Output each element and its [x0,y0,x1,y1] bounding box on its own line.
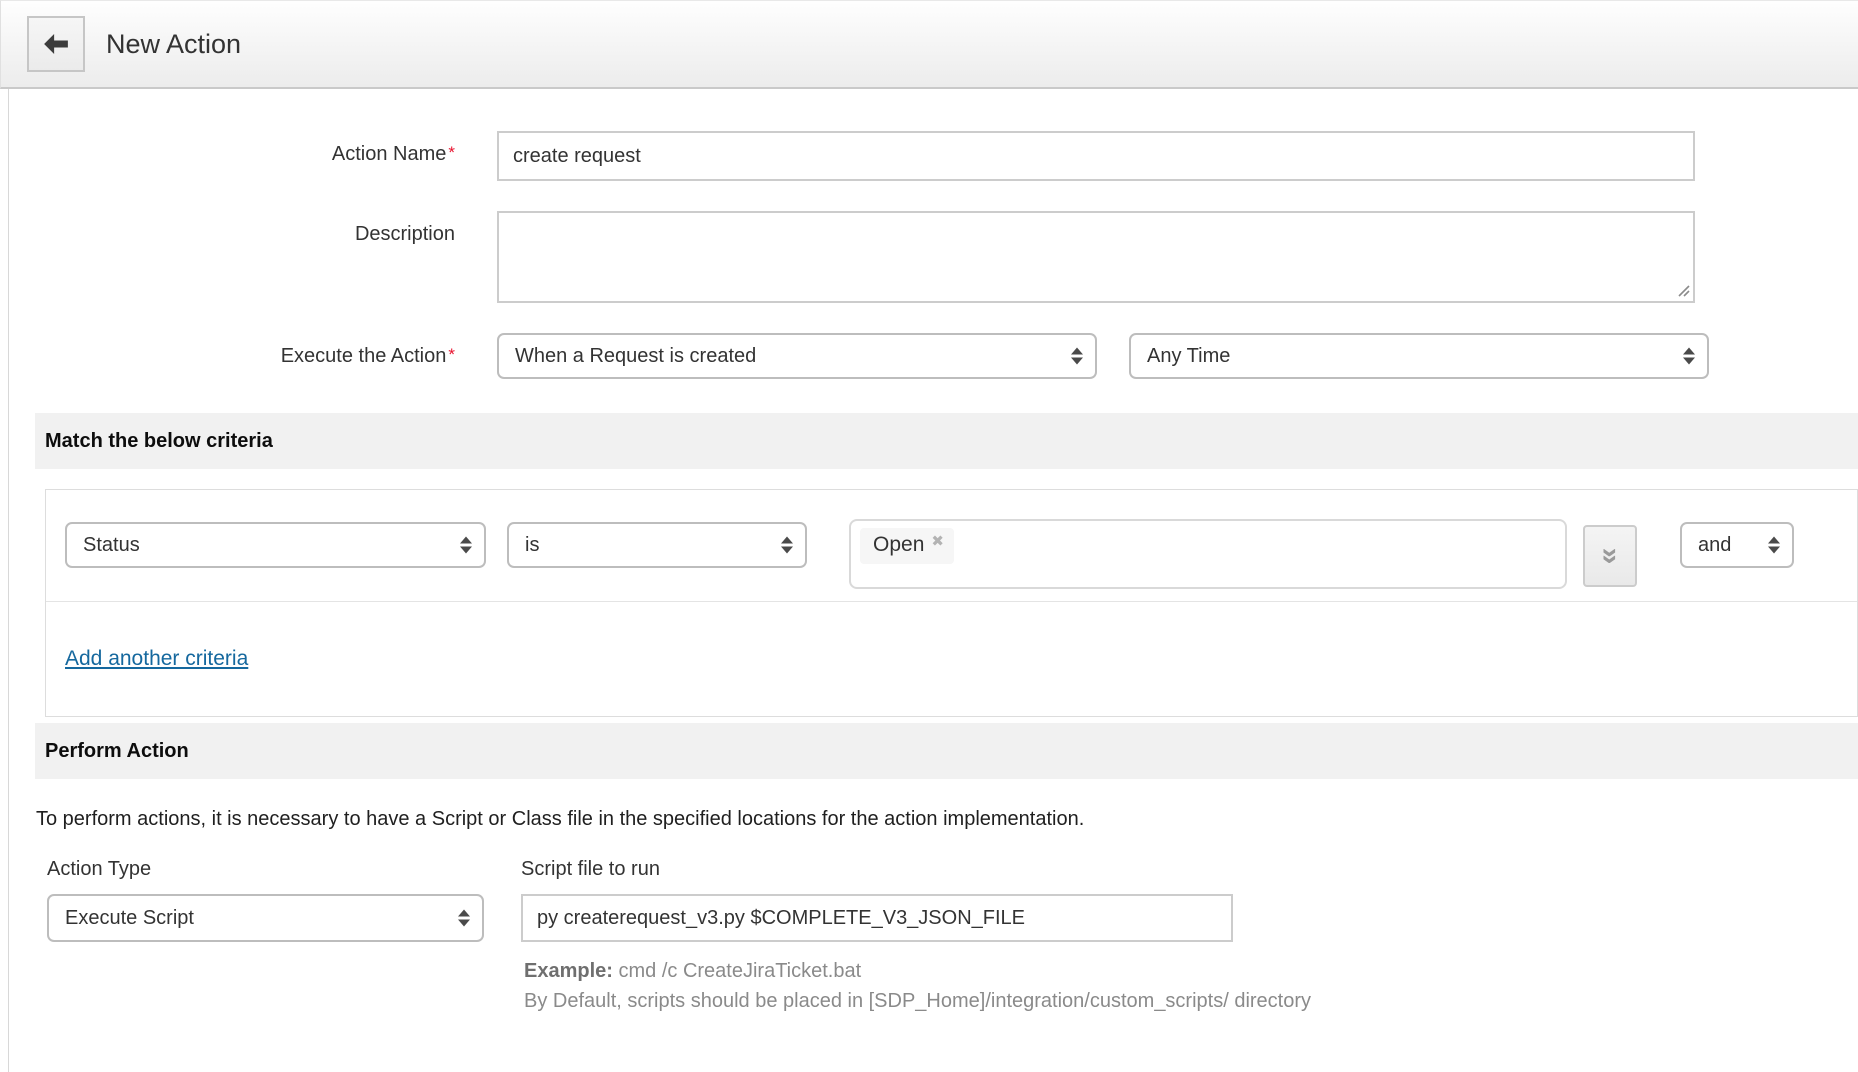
required-asterisk: * [448,143,455,162]
action-name-label-text: Action Name [331,143,447,165]
execute-time-select[interactable]: Any Time [1129,333,1709,379]
criteria-section-header: Match the below criteria [35,413,1858,469]
perform-note: To perform actions, it is necessary to h… [36,808,1085,830]
perform-section-title: Perform Action [45,739,189,762]
spinner-arrows-icon [1768,536,1780,554]
spinner-arrows-icon [1071,347,1083,365]
page-title: New Action [106,28,242,59]
description-row: Description [9,211,1858,303]
remove-value-icon[interactable]: ✖ [931,532,944,550]
criteria-values-box[interactable]: Open ✖ [849,519,1567,589]
double-chevron-down-icon: » [1594,547,1627,565]
perform-controls: Action Type Execute Script Script file t… [47,858,1858,1016]
action-name-input[interactable] [497,131,1695,181]
action-type-select[interactable]: Execute Script [47,894,484,942]
execute-action-label-text: Execute the Action [280,345,447,367]
description-label: Description [354,223,455,245]
execute-action-row: Execute the Action * When a Request is cr… [9,333,1858,379]
action-name-label: Action Name * [9,131,455,181]
action-type-label: Action Type [47,858,152,880]
add-criteria-link[interactable]: Add another criteria [65,647,248,671]
criteria-condition-select-value: is [525,533,540,556]
execute-event-select-value: When a Request is created [515,344,757,367]
resize-handle-icon[interactable] [1675,282,1691,298]
form-content: Action Name* Description Execute the Act… [8,89,1858,1072]
spinner-arrows-icon [781,536,793,554]
expand-values-button[interactable]: » [1583,525,1637,587]
script-file-label: Script file to run [521,858,660,880]
page-header: New Action [0,0,1858,89]
criteria-connector-select-value: and [1698,533,1732,556]
execute-action-label: Execute the Action * [9,333,455,379]
criteria-condition-select[interactable]: is [507,522,807,568]
back-arrow-icon [44,34,68,54]
script-example-value: cmd /c CreateJiraTicket.bat [618,960,862,982]
criteria-section-title: Match the below criteria [45,429,273,452]
criteria-field-select-value: Status [83,533,140,556]
criteria-panel: Status is Open ✖ » and Add another crite… [45,489,1858,717]
spinner-arrows-icon [1683,347,1695,365]
criteria-row: Status is Open ✖ » and [46,490,1857,602]
script-file-input[interactable] [521,894,1233,942]
description-textarea[interactable] [497,211,1695,303]
execute-event-select[interactable]: When a Request is created [497,333,1097,379]
back-button[interactable] [27,16,85,72]
script-default-note: By Default, scripts should be placed in … [524,990,1312,1012]
script-example-label: Example: [524,960,613,982]
spinner-arrows-icon [458,909,470,927]
new-action-page: New Action Action Name* Description Exe [0,0,1858,1072]
action-type-select-value: Execute Script [65,906,194,929]
required-asterisk: * [448,345,455,364]
execute-time-select-value: Any Time [1147,344,1231,367]
criteria-field-select[interactable]: Status [65,522,486,568]
add-criteria-row: Add another criteria [46,602,1857,716]
perform-section-header: Perform Action [35,723,1858,779]
criteria-connector-select[interactable]: and [1680,522,1794,568]
script-example-line: Example: cmd /c CreateJiraTicket.bat [524,956,1311,986]
criteria-value-tag: Open ✖ [860,528,954,564]
action-name-row: Action Name * [9,131,1858,181]
criteria-value-tag-label: Open [873,533,925,556]
spinner-arrows-icon [460,536,472,554]
